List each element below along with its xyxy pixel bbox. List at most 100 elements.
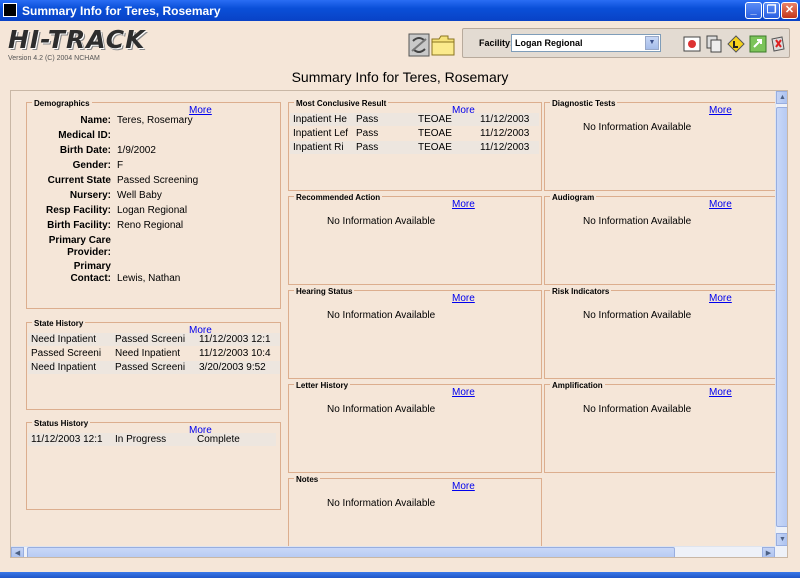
- diagnostic-tests-panel: Diagnostic Tests More No Information Ava…: [544, 99, 784, 191]
- chevron-down-icon[interactable]: ▼: [645, 36, 659, 50]
- status-history-table: 11/12/2003 12:1 In Progress Complete: [28, 432, 276, 447]
- amplification-more-link[interactable]: More: [709, 387, 732, 398]
- cell: Pass: [353, 141, 415, 154]
- copy-icon[interactable]: [705, 35, 723, 53]
- state-history-table: Need Inpatient Passed Screeni 11/12/2003 1…: [28, 332, 280, 375]
- risk-indicators-panel: Risk Indicators More No Information Avai…: [544, 287, 784, 379]
- scroll-left-icon[interactable]: ◀: [11, 547, 24, 557]
- no-info-text: No Information Available: [583, 216, 692, 227]
- table-row[interactable]: Passed Screeni Need Inpatient 11/12/2003 1…: [28, 347, 280, 360]
- amplification-panel: Amplification More No Information Availa…: [544, 381, 784, 473]
- field-label: Contact:: [70, 273, 111, 284]
- cell: Inpatient He: [290, 113, 353, 126]
- field-label: Current State: [47, 175, 111, 186]
- field-label: Medical ID:: [58, 130, 111, 141]
- scroll-right-icon[interactable]: ▶: [762, 547, 775, 557]
- cell: Need Inpatient: [115, 348, 181, 359]
- scroll-down-icon[interactable]: ▼: [776, 533, 787, 546]
- hearing-status-title: Hearing Status: [294, 287, 355, 296]
- hi-track-logo: HI-TRACK: [8, 25, 146, 54]
- no-info-text: No Information Available: [327, 216, 436, 227]
- table-row[interactable]: Inpatient He Pass TEOAE 11/12/2003: [290, 113, 539, 126]
- scroll-corner: [775, 546, 787, 557]
- demographics-title: Demographics: [32, 99, 92, 108]
- exit-icon[interactable]: [769, 35, 787, 53]
- state-history-panel: State History More Need Inpatient Passed …: [26, 319, 281, 410]
- diagnostic-tests-more-link[interactable]: More: [709, 105, 732, 116]
- window-title: Summary Info for Teres, Rosemary: [22, 4, 221, 18]
- page-title: Summary Info for Teres, Rosemary: [291, 69, 509, 85]
- table-row[interactable]: 11/12/2003 12:1 In Progress Complete: [28, 433, 276, 446]
- taskbar-strip: [0, 572, 800, 578]
- audiogram-panel: Audiogram More No Information Available: [544, 193, 784, 285]
- status-history-title: Status History: [32, 419, 91, 428]
- notes-title: Notes: [294, 475, 321, 484]
- app-icon: [3, 3, 17, 17]
- table-row[interactable]: Need Inpatient Passed Screeni 11/12/2003 1…: [28, 333, 280, 346]
- field-value: Lewis, Nathan: [117, 273, 181, 284]
- cell: Inpatient Lef: [293, 128, 349, 139]
- cell: 11/12/2003 12:1: [196, 333, 280, 346]
- cell: 11/12/2003: [477, 141, 539, 154]
- field-label: Primary Care: [48, 235, 111, 246]
- cell: 11/12/2003 12:1: [28, 433, 112, 446]
- summary-content: Demographics More Name: Teres, Rosemary M…: [10, 90, 788, 558]
- field-label: Resp Facility:: [45, 205, 111, 216]
- scroll-up-icon[interactable]: ▲: [776, 91, 787, 104]
- facility-value: Logan Regional: [515, 38, 583, 48]
- refresh-icon[interactable]: [408, 33, 430, 57]
- diagnostic-tests-title: Diagnostic Tests: [550, 99, 618, 108]
- most-conclusive-table: Inpatient He Pass TEOAE 11/12/2003 Inpatien…: [290, 112, 539, 155]
- cell: TEOAE: [418, 128, 452, 139]
- field-label: Gender:: [72, 160, 111, 171]
- vertical-scrollbar[interactable]: ▲ ▼: [775, 91, 787, 546]
- state-history-title: State History: [32, 319, 86, 328]
- facility-toolbar: Facility: Logan Regional ▼: [462, 28, 790, 58]
- audiogram-more-link[interactable]: More: [709, 199, 732, 210]
- vertical-scroll-thumb[interactable]: [776, 107, 787, 527]
- export-icon[interactable]: [749, 35, 767, 53]
- letter-history-more-link[interactable]: More: [452, 387, 475, 398]
- horizontal-scroll-thumb[interactable]: [27, 547, 675, 557]
- field-label: Nursery:: [69, 190, 111, 201]
- cell: 11/12/2003 10:4: [199, 348, 271, 359]
- recommended-action-title: Recommended Action: [294, 193, 383, 202]
- audiogram-title: Audiogram: [550, 193, 597, 202]
- cell: Inpatient Ri: [290, 141, 353, 154]
- recommended-action-panel: Recommended Action More No Information A…: [288, 193, 542, 285]
- no-info-text: No Information Available: [327, 404, 436, 415]
- table-row[interactable]: Inpatient Ri Pass TEOAE 11/12/2003: [290, 141, 539, 154]
- field-label: Name:: [80, 115, 111, 126]
- amplification-title: Amplification: [550, 381, 605, 390]
- patient-card-icon[interactable]: [683, 35, 701, 53]
- status-history-panel: Status History More 11/12/2003 12:1 In Pr…: [26, 419, 281, 510]
- table-row[interactable]: Need Inpatient Passed Screeni 3/20/2003 9:…: [28, 361, 280, 374]
- cell: TEOAE: [415, 141, 477, 154]
- cell: TEOAE: [415, 113, 477, 126]
- recommended-action-more-link[interactable]: More: [452, 199, 475, 210]
- facility-label: Facility:: [479, 38, 514, 48]
- cell: 3/20/2003 9:52: [196, 361, 280, 374]
- warning-icon[interactable]: [727, 35, 745, 53]
- field-value: Logan Regional: [117, 205, 188, 216]
- folder-icon[interactable]: [431, 33, 455, 57]
- risk-indicators-more-link[interactable]: More: [709, 293, 732, 304]
- field-value: 1/9/2002: [117, 145, 156, 156]
- close-button[interactable]: ✕: [781, 2, 798, 19]
- maximize-button[interactable]: ❐: [763, 2, 780, 19]
- horizontal-scrollbar[interactable]: ◀ ▶: [11, 546, 775, 557]
- letter-history-title: Letter History: [294, 381, 351, 390]
- field-value: Passed Screening: [117, 175, 199, 186]
- field-label: Birth Date:: [59, 145, 111, 156]
- demographics-panel: Demographics More Name: Teres, Rosemary M…: [26, 99, 281, 309]
- cell: Need Inpatient: [28, 361, 112, 374]
- no-info-text: No Information Available: [327, 498, 436, 509]
- facility-select[interactable]: Logan Regional ▼: [511, 34, 661, 52]
- minimize-button[interactable]: _: [745, 2, 762, 19]
- field-label: Birth Facility:: [47, 220, 111, 231]
- field-value: F: [117, 160, 124, 171]
- hearing-status-more-link[interactable]: More: [452, 293, 475, 304]
- title-bar[interactable]: Summary Info for Teres, Rosemary _ ❐ ✕: [0, 0, 800, 21]
- table-row[interactable]: Inpatient Lef Pass TEOAE 11/12/2003: [290, 127, 539, 140]
- notes-more-link[interactable]: More: [452, 481, 475, 492]
